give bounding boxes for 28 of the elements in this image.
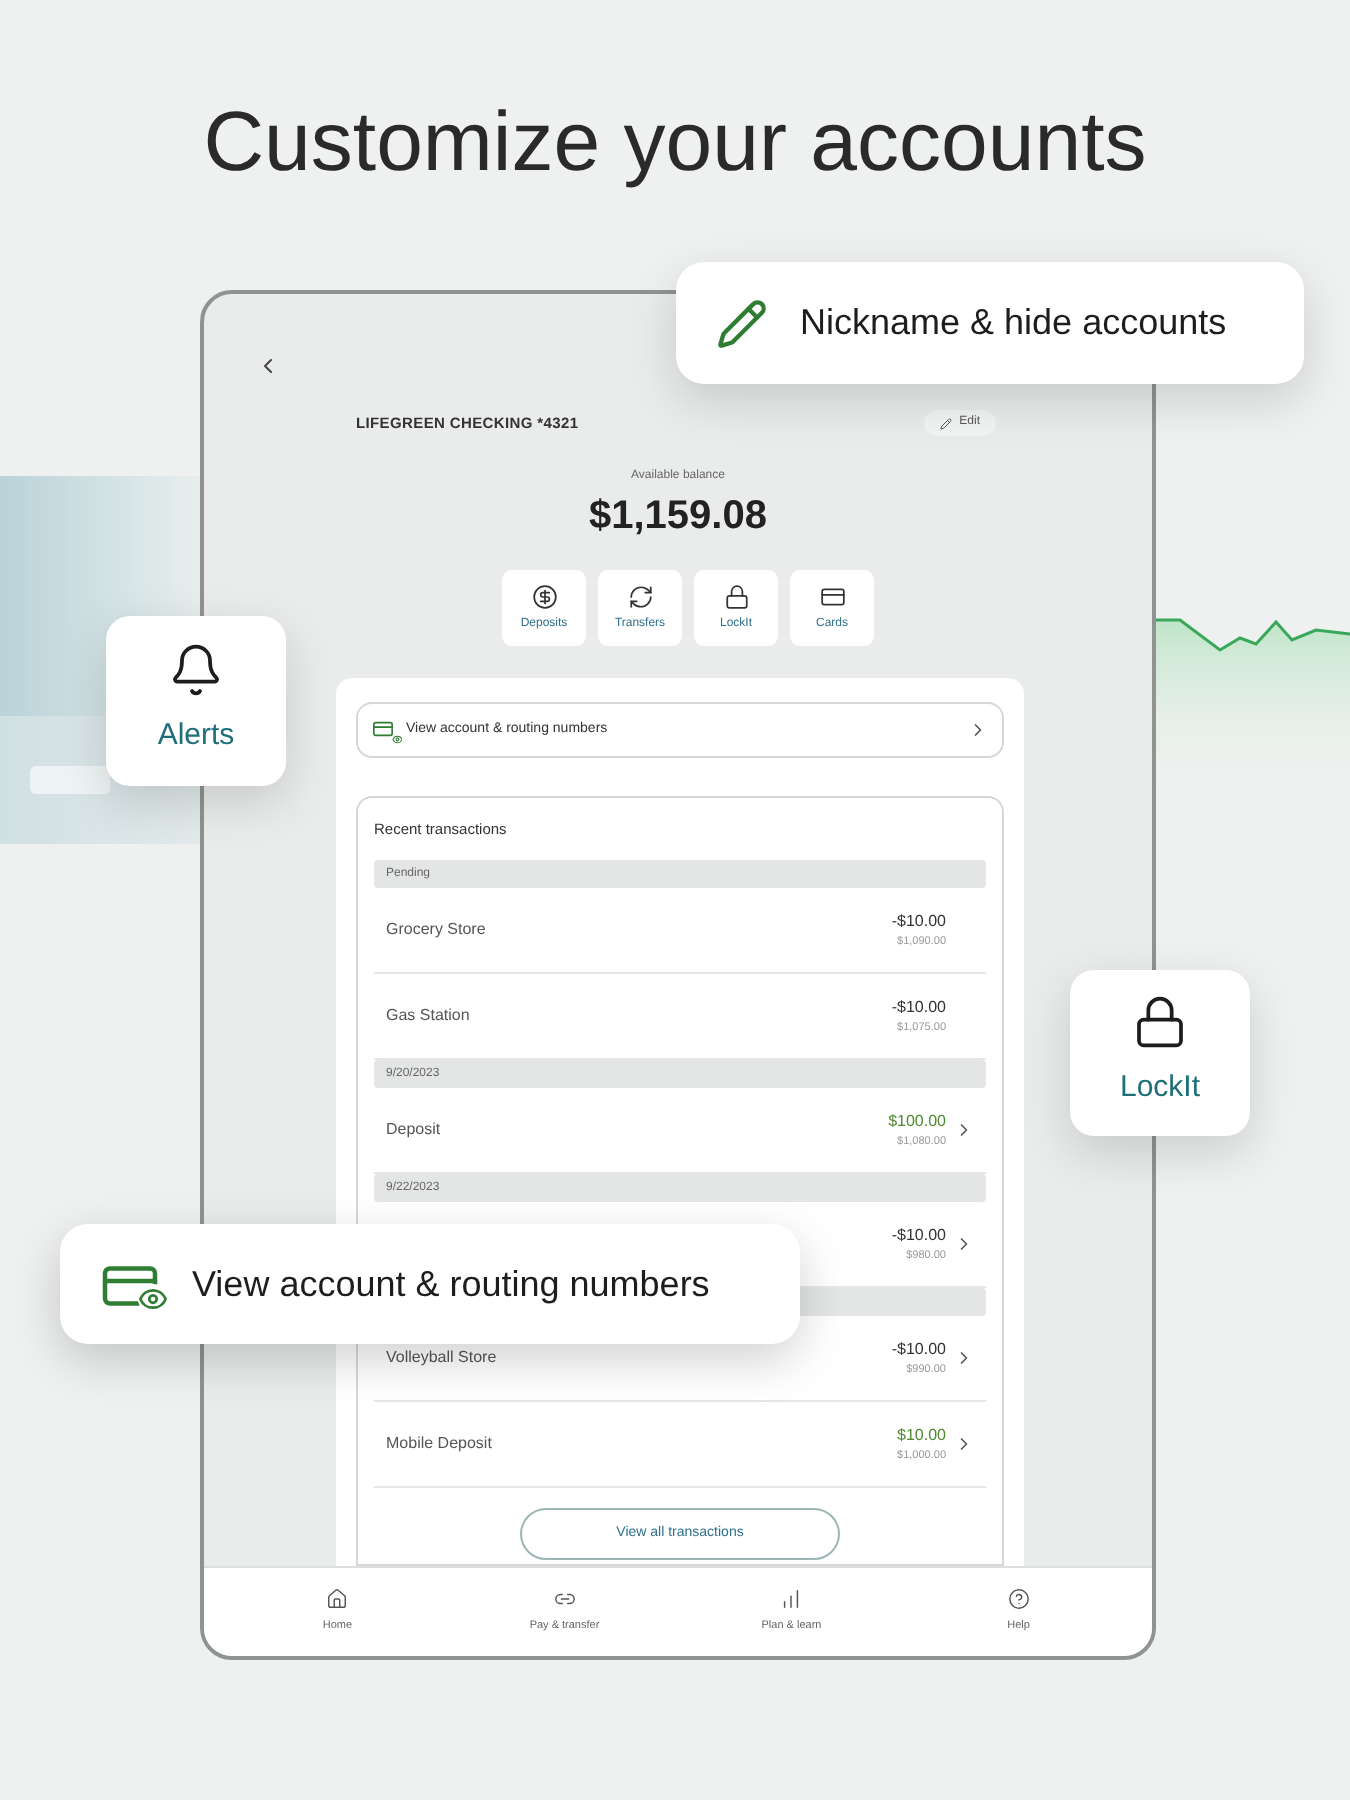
bar-chart-icon [780,1588,803,1611]
bell-icon [168,642,224,699]
callout-label: View account & routing numbers [192,1261,710,1308]
transaction-name: Deposit [386,1118,441,1143]
lock-icon [723,583,749,609]
transaction-amount: $10.00 [897,1424,946,1449]
transaction-amount: -$10.00 [891,1224,946,1249]
home-icon [326,1588,349,1611]
card-icon [819,583,845,609]
transaction-amount: -$10.00 [891,996,946,1021]
transaction-name: Grocery Store [386,918,486,943]
transaction-amount: -$10.00 [891,1338,946,1363]
callout-label: LockIt [1119,1068,1201,1109]
transaction-name: Mobile Deposit [386,1432,492,1457]
transaction-name: Gas Station [386,1004,470,1029]
transaction-amount: -$10.00 [891,910,946,935]
balance-amount: $1,159.08 [589,492,767,542]
transaction-name: Volleyball Store [386,1346,497,1371]
help-icon [1007,1588,1030,1611]
lock-icon [1132,994,1188,1051]
pencil-icon [716,297,768,349]
pencil-icon [939,417,952,429]
callout-label: Alerts [157,716,235,757]
arrows-circle-icon [627,583,653,609]
callout-label: Nickname & hide accounts [800,300,1227,346]
page-headline: Customize your accounts [203,92,1147,192]
transaction-amount: $100.00 [888,1110,946,1135]
dollar-icon [531,583,557,609]
